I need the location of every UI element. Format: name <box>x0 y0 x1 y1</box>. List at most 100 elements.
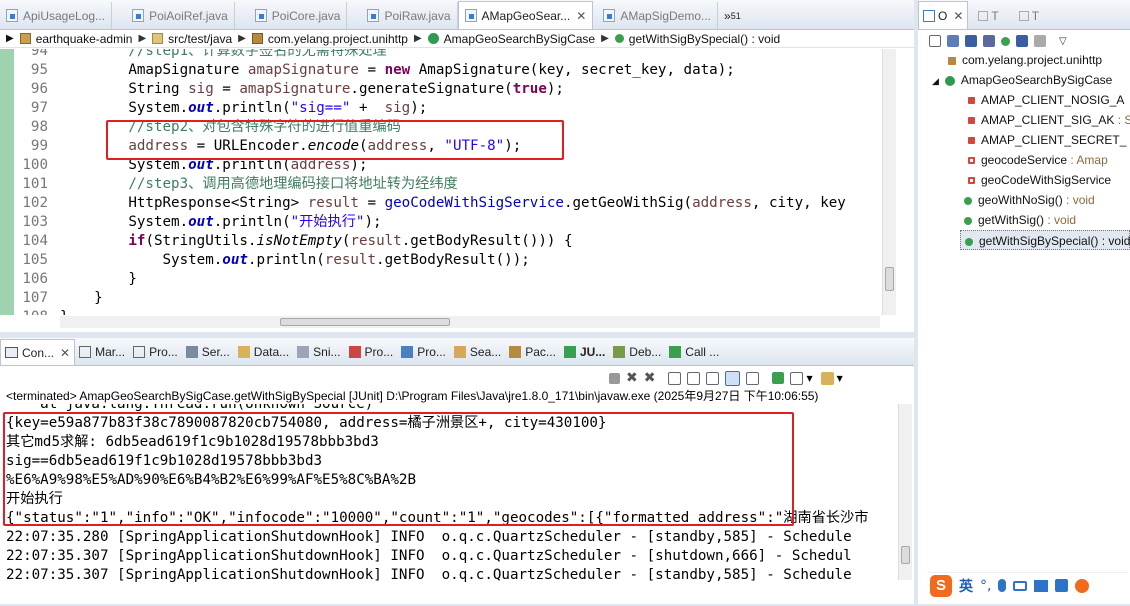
terminate-icon[interactable] <box>609 372 620 384</box>
remove-launch-icon[interactable]: ✖ <box>626 370 638 386</box>
outline-method[interactable]: getWithSig() : void <box>964 210 1076 230</box>
class-icon <box>944 75 955 86</box>
close-icon[interactable]: ✕ <box>953 9 963 23</box>
tab-snippets[interactable]: Sni... <box>293 339 344 365</box>
sort-icon[interactable] <box>947 35 959 47</box>
code-line: 96 String sig = amapSignature.generateSi… <box>30 81 564 97</box>
code-editor[interactable]: 94 //step1、计算数字签名的无需特殊处理 95 AmapSignatur… <box>0 49 878 315</box>
tab-amap-sig-demo[interactable]: AMapSigDemo... <box>593 2 719 29</box>
code-line: 105 System.out.println(result.getBodyRes… <box>22 252 530 268</box>
tab-progress[interactable]: Pro... <box>397 339 450 365</box>
markers-icon <box>79 346 92 358</box>
tab-servers[interactable]: Ser... <box>182 339 234 365</box>
tab-console[interactable]: Con... ✕ <box>0 339 76 365</box>
chevrons-icon: » <box>724 8 731 23</box>
hide-fields-icon[interactable] <box>965 35 977 47</box>
breadcrumb-method[interactable]: getWithSigBySpecial() : void <box>629 32 780 46</box>
outline-field[interactable]: AMAP_CLIENT_SECRET_ <box>968 130 1126 150</box>
remove-all-icon[interactable]: ✖ <box>644 370 656 386</box>
show-on-output-icon[interactable] <box>725 370 741 386</box>
code-line: 94 //step1、计算数字签名的无需特殊处理 <box>30 49 387 59</box>
editor-horizontal-scrollbar[interactable] <box>60 316 880 328</box>
show-on-error-icon[interactable] <box>746 371 760 385</box>
scroll-thumb[interactable] <box>901 546 910 564</box>
tab-type-hierarchy[interactable]: T <box>968 2 1008 29</box>
console-line: 22:07:35.307 [SpringApplicationShutdownH… <box>6 567 852 583</box>
view-menu-icon[interactable]: ▽ <box>1059 36 1067 47</box>
data-source-icon <box>237 346 250 358</box>
hide-static-icon[interactable] <box>983 35 995 47</box>
dropdown-icon[interactable]: ▼ <box>806 374 812 383</box>
snippets-icon <box>297 346 310 358</box>
skin-icon[interactable] <box>1034 579 1049 592</box>
tab-problems[interactable]: Pro... <box>345 339 398 365</box>
outline-field[interactable]: geoCodeWithSigService <box>968 170 1111 190</box>
outline-method-selected[interactable]: getWithSigBySpecial() : void <box>960 230 1130 250</box>
open-console-icon[interactable] <box>820 371 834 385</box>
link-editor-icon[interactable] <box>1034 35 1046 47</box>
outline-class[interactable]: ◢ AmapGeoSearchBySigCase <box>932 70 1112 90</box>
class-icon <box>427 33 439 44</box>
breadcrumb-package[interactable]: com.yelang.project.unihttp <box>268 32 408 46</box>
scroll-lock-icon[interactable] <box>687 371 701 385</box>
clear-console-icon[interactable] <box>668 371 682 385</box>
tab-poi-core[interactable]: PoiCore.java <box>235 2 348 29</box>
pin-console-icon[interactable] <box>772 372 785 384</box>
java-file-icon <box>254 9 267 22</box>
static-final-field-icon <box>968 137 975 145</box>
tab-properties[interactable]: Pro... <box>129 339 182 365</box>
breadcrumb-class[interactable]: AmapGeoSearchBySigCase <box>444 32 595 46</box>
console-vertical-scrollbar[interactable] <box>898 404 912 580</box>
public-method-icon <box>964 216 972 225</box>
problems-icon <box>348 346 361 358</box>
scroll-thumb[interactable] <box>280 318 450 326</box>
highlight-box <box>106 120 564 160</box>
outline-field[interactable]: AMAP_CLIENT_NOSIG_A <box>968 90 1124 110</box>
dropdown-icon[interactable]: ▼ <box>837 374 843 383</box>
tab-junit[interactable]: JU... <box>560 339 609 365</box>
code-line: 102 HttpResponse<String> result = geoCod… <box>22 195 846 211</box>
punctuation-icon[interactable]: °, <box>980 578 991 594</box>
close-icon[interactable]: ✕ <box>60 346 70 360</box>
scroll-thumb[interactable] <box>885 267 894 291</box>
collapse-all-icon[interactable] <box>929 35 941 47</box>
tab-markers[interactable]: Mar... <box>75 339 129 365</box>
tab-poi-aoi-ref[interactable]: PoiAoiRef.java <box>112 2 235 29</box>
chevron-left-icon[interactable]: ▶ <box>6 33 14 44</box>
tab-package-explorer[interactable]: Pac... <box>505 339 560 365</box>
tab-task-list[interactable]: T <box>1009 2 1049 29</box>
keyboard-icon[interactable] <box>1013 580 1028 591</box>
editor-vertical-scrollbar[interactable] <box>882 49 896 315</box>
java-file-icon <box>367 9 380 22</box>
highlight-box <box>3 412 794 526</box>
display-console-icon[interactable] <box>790 371 804 385</box>
tab-overflow[interactable]: » 51 <box>718 2 747 29</box>
package-icon <box>251 33 263 44</box>
close-icon[interactable]: ✕ <box>576 9 586 23</box>
tab-amap-geo-search[interactable]: AMapGeoSear... ✕ <box>457 1 594 29</box>
hide-nonpublic-icon[interactable] <box>1001 36 1010 46</box>
package-explorer-icon <box>509 346 522 358</box>
microphone-icon[interactable] <box>998 579 1007 592</box>
expand-icon[interactable]: ◢ <box>932 76 939 86</box>
breadcrumb-project[interactable]: earthquake-admin <box>36 32 133 46</box>
tab-search[interactable]: Sea... <box>450 339 505 365</box>
breadcrumb-source-folder[interactable]: src/test/java <box>168 32 232 46</box>
tab-api-usage-log[interactable]: ApiUsageLog... <box>0 2 113 29</box>
mascot-icon[interactable] <box>1075 578 1090 593</box>
tab-call-hierarchy[interactable]: Call ... <box>665 339 723 365</box>
toolbox-icon[interactable] <box>1055 579 1069 592</box>
outline-field[interactable]: geocodeService : Amap <box>968 150 1108 170</box>
outline-toolbar: ▽ <box>926 32 1067 50</box>
tab-outline[interactable]: O ✕ <box>918 1 969 29</box>
outline-field[interactable]: AMAP_CLIENT_SIG_AK : String <box>968 110 1130 130</box>
hide-local-types-icon[interactable] <box>1016 35 1028 47</box>
word-wrap-icon[interactable] <box>706 371 720 385</box>
code-line: 108} <box>14 308 878 315</box>
outline-method[interactable]: geoWithNoSig() : void <box>964 190 1095 210</box>
tab-data-source[interactable]: Data... <box>234 339 293 365</box>
tab-poi-raw[interactable]: PoiRaw.java <box>347 2 458 29</box>
ime-language-toggle[interactable]: 英 <box>959 576 973 596</box>
tab-debug[interactable]: Deb... <box>609 339 665 365</box>
outline-package[interactable]: com.yelang.project.unihttp <box>948 50 1102 70</box>
